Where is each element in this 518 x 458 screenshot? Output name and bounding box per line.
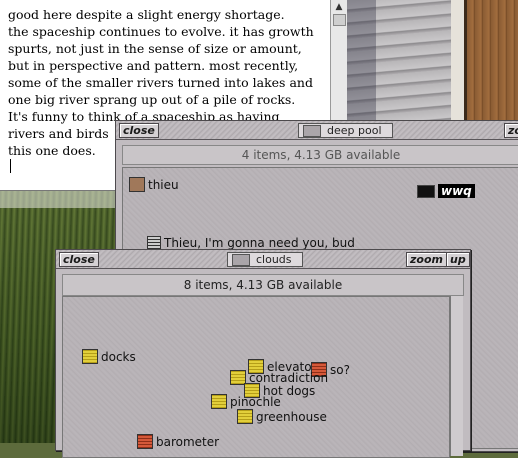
text-line: but in perspective and pattern. most rec… — [8, 58, 299, 73]
item-label: pinochle — [230, 394, 281, 409]
folder-icon — [237, 409, 253, 424]
item-label: so? — [330, 362, 350, 377]
window-title-tab[interactable]: deep pool — [298, 123, 393, 138]
zoom-button[interactable]: zo — [504, 123, 518, 138]
item-label: Thieu, I'm gonna need you, bud — [164, 236, 355, 250]
folder-icon — [82, 349, 98, 364]
clouds-title-bar[interactable]: close clouds zoom up — [56, 250, 470, 269]
clouds-content[interactable]: docks elevator so? contradiction hot dog… — [62, 296, 450, 458]
window-frame — [451, 0, 465, 130]
item-label: wwq — [438, 184, 475, 198]
text-line: some of the smaller rivers turned into l… — [8, 75, 313, 90]
list-item-wwq[interactable]: wwq — [417, 184, 475, 198]
window-title: clouds — [256, 253, 292, 266]
clouds-scrollbar[interactable] — [450, 296, 463, 456]
window-tab-knob-icon — [232, 254, 250, 266]
folder-barometer[interactable]: barometer — [137, 434, 219, 449]
text-line: one big river sprang up out of a pile of… — [8, 92, 296, 107]
text-line: good here despite a slight energy shorta… — [8, 7, 285, 22]
window-shutter — [464, 0, 518, 120]
terminal-icon — [417, 184, 435, 198]
scroll-up-arrow-icon[interactable]: ▲ — [334, 2, 344, 12]
up-button[interactable]: up — [446, 252, 470, 267]
text-caret — [10, 159, 11, 173]
folder-pinochle[interactable]: pinochle — [211, 394, 281, 409]
close-button[interactable]: close — [119, 123, 159, 138]
window-title-tab[interactable]: clouds — [227, 252, 303, 267]
red-folder-icon — [137, 434, 153, 449]
close-button[interactable]: close — [59, 252, 99, 267]
scroll-thumb[interactable] — [333, 14, 346, 26]
window-title: deep pool — [327, 124, 382, 137]
text-line: the spaceship continues to evolve. it ha… — [8, 24, 314, 39]
window-tab-knob-icon — [303, 125, 321, 137]
status-bar: 4 items, 4.13 GB available — [122, 145, 518, 165]
deep-pool-title-bar[interactable]: close deep pool zo — [116, 121, 518, 140]
item-label: docks — [101, 349, 136, 364]
text-line: this one does. — [8, 143, 96, 158]
item-label: barometer — [156, 434, 220, 449]
folder-icon — [211, 394, 227, 409]
list-item-thieu[interactable]: thieu — [129, 177, 179, 192]
status-bar: 8 items, 4.13 GB available — [62, 274, 464, 296]
folder-docks[interactable]: docks — [82, 349, 136, 364]
item-label: greenhouse — [256, 409, 327, 424]
clouds-window: close clouds zoom up 8 items, 4.13 GB av… — [55, 249, 471, 458]
list-item-thieu-doc[interactable]: Thieu, I'm gonna need you, bud — [147, 236, 355, 250]
document-icon — [147, 236, 161, 250]
item-label: thieu — [148, 177, 179, 192]
zoom-button[interactable]: zoom — [406, 252, 447, 267]
folder-greenhouse[interactable]: greenhouse — [237, 409, 327, 424]
text-line: spurts, not just in the sense of size or… — [8, 41, 302, 56]
brown-folder-icon — [129, 177, 145, 192]
